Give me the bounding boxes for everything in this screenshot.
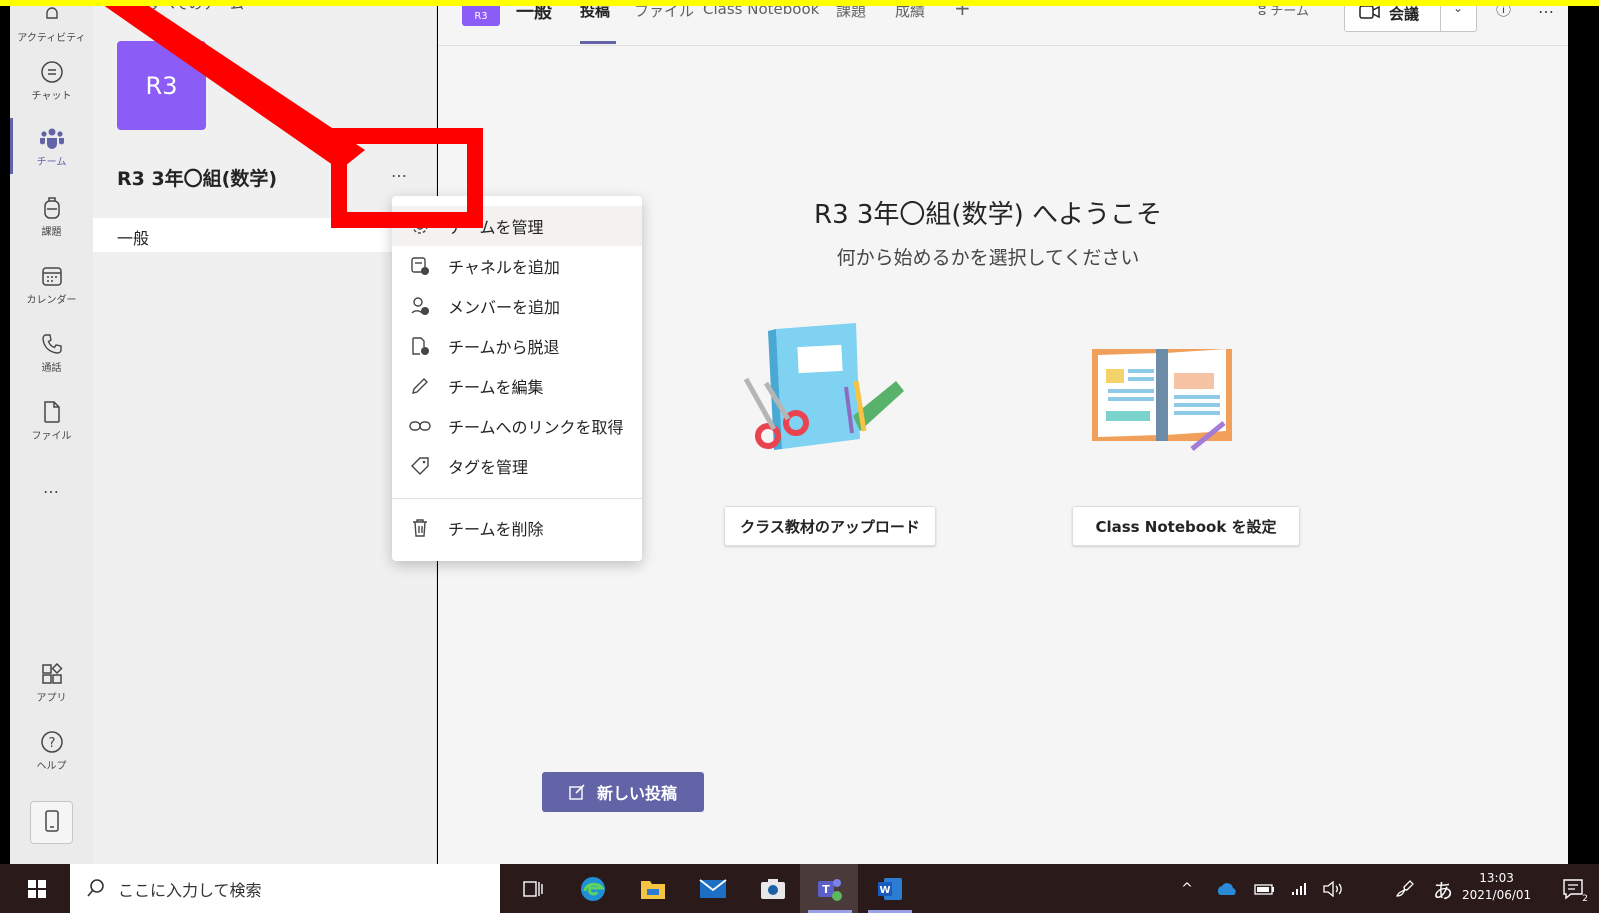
right-border: [1568, 6, 1599, 864]
menu-item-manage-tags[interactable]: タグを管理: [392, 446, 642, 486]
ime-mode-indicator[interactable]: あ: [1433, 875, 1453, 904]
smartphone-icon: [44, 809, 60, 836]
mail-icon[interactable]: [698, 874, 728, 904]
rail-label: 通話: [41, 362, 62, 374]
leave-icon: [392, 336, 448, 356]
calendar-icon: [39, 263, 65, 289]
rail-item-apps[interactable]: アプリ: [10, 652, 93, 712]
team-tab-label: チーム: [1270, 4, 1309, 19]
signal-icon[interactable]: [1285, 874, 1315, 904]
phone-icon: [39, 331, 65, 357]
menu-item-label: チームへのリンクを取得: [448, 418, 624, 437]
upload-class-materials-button[interactable]: クラス教材のアップロード: [724, 506, 936, 546]
menu-divider: [392, 498, 642, 499]
svg-text:W: W: [879, 885, 890, 896]
menu-item-add-channel[interactable]: チャネルを追加: [392, 246, 642, 286]
menu-item-label: チームから脱退: [448, 338, 560, 357]
clock-date: 2021/06/01: [1462, 888, 1532, 902]
pen-input-icon[interactable]: [1390, 874, 1420, 904]
meet-label: 会議: [1389, 5, 1420, 23]
rail-item-help[interactable]: ? ヘルプ: [10, 720, 93, 780]
top-highlight-bar: [0, 0, 1599, 6]
windows-start-icon[interactable]: [22, 874, 52, 904]
svg-text:T: T: [822, 883, 830, 896]
channel-label: 一般: [117, 229, 150, 248]
camera-icon[interactable]: [758, 874, 788, 904]
compose-icon: [569, 784, 585, 800]
menu-item-label: チームを削除: [448, 520, 544, 539]
file-explorer-icon[interactable]: [638, 874, 668, 904]
rail-label: カレンダー: [26, 294, 77, 306]
rail-label: 課題: [41, 226, 62, 238]
menu-item-delete-team[interactable]: チームを削除: [392, 508, 642, 548]
rail-label: ヘルプ: [36, 760, 67, 772]
menu-item-label: タグを管理: [448, 458, 529, 477]
notebook-illustration: [768, 323, 860, 450]
word-app-icon[interactable]: W: [875, 874, 905, 904]
menu-item-leave-team[interactable]: チームから脱退: [392, 326, 642, 366]
pencil-icon: [392, 376, 448, 396]
class-materials-illustration: [743, 323, 904, 450]
svg-text:?: ?: [48, 736, 55, 751]
notification-count: 2: [1582, 894, 1588, 904]
tab-bar: R3 一般 投稿 ファイル Class Notebook 課題 成績 + ⵓ チ…: [438, 0, 1568, 46]
apps-icon: [39, 661, 65, 687]
taskbar-search-placeholder: ここに入力して検索: [118, 880, 262, 900]
chevron-up-icon[interactable]: ^: [1172, 874, 1202, 904]
setup-class-notebook-button[interactable]: Class Notebook を設定: [1072, 506, 1300, 546]
active-tab-indicator: [580, 41, 616, 44]
menu-item-get-link[interactable]: チームへのリンクを取得: [392, 406, 642, 446]
add-channel-icon: [392, 256, 448, 276]
rail-label: ファイル: [31, 430, 72, 442]
class-notebook-illustration: [1092, 349, 1232, 451]
taskbar-search-box[interactable]: ここに入力して検索: [70, 864, 500, 913]
annotation-highlight-box: [331, 128, 483, 228]
menu-item-edit-team[interactable]: チームを編集: [392, 366, 642, 406]
speaker-icon[interactable]: [1318, 874, 1348, 904]
people-icon: ⵓ: [1258, 4, 1271, 19]
trash-icon: [392, 518, 448, 538]
help-icon: ?: [39, 729, 65, 755]
file-icon: [39, 399, 65, 425]
edge-browser-icon[interactable]: [578, 874, 608, 904]
rail-label: アプリ: [36, 692, 67, 704]
clock-time: 13:03: [1479, 871, 1514, 885]
notification-center-icon[interactable]: 2: [1558, 874, 1588, 904]
menu-item-label: チームを編集: [448, 378, 544, 397]
menu-item-label: チャネルを追加: [448, 258, 560, 277]
windows-taskbar: ここに入力して検索 T W ^ あ 13:03 2021/06/01 2: [0, 864, 1599, 913]
new-post-button[interactable]: 新しい投稿: [542, 772, 704, 812]
menu-item-add-member[interactable]: メンバーを追加: [392, 286, 642, 326]
video-camera-icon: [1359, 3, 1381, 25]
taskbar-clock[interactable]: 13:03 2021/06/01: [1462, 870, 1531, 904]
teams-app-icon[interactable]: T: [815, 874, 845, 904]
team-context-menu: チームを管理 チャネルを追加 メンバーを追加 チームから脱退 チームを編集 チー…: [392, 196, 642, 561]
mobile-device-button[interactable]: [30, 801, 73, 844]
onedrive-icon[interactable]: [1212, 874, 1242, 904]
rail-more-button[interactable]: …: [10, 478, 93, 497]
menu-item-label: メンバーを追加: [448, 298, 561, 317]
rail-item-calls[interactable]: 通話: [10, 322, 93, 382]
link-icon: [392, 419, 448, 433]
add-member-icon: [392, 296, 448, 316]
task-view-icon[interactable]: [518, 874, 548, 904]
new-post-label: 新しい投稿: [596, 784, 677, 803]
rail-item-calendar[interactable]: カレンダー: [10, 254, 93, 314]
battery-icon[interactable]: [1250, 874, 1280, 904]
rail-item-files[interactable]: ファイル: [10, 390, 93, 450]
tag-icon: [392, 456, 448, 476]
search-icon: [86, 878, 106, 902]
